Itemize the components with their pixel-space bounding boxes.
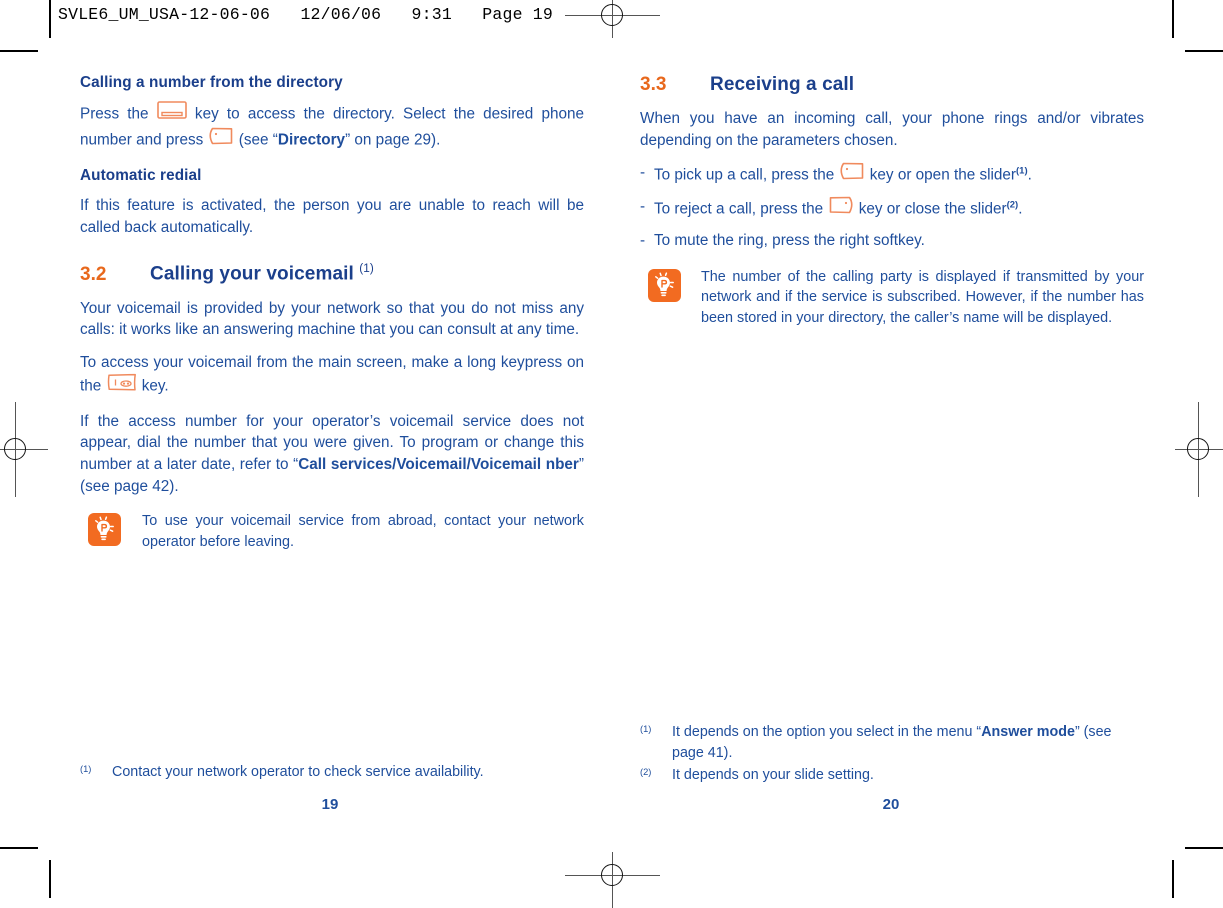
- registration-target-bottom: [565, 852, 660, 908]
- list-text-fragment: To reject a call, press the: [654, 200, 824, 218]
- crop-mark-bottom-left-horizontal: [0, 847, 38, 849]
- section-number: 3.3: [640, 74, 667, 95]
- note-text: To use your voicemail service from abroa…: [142, 513, 584, 550]
- footnote-text: Contact your network operator to check s…: [112, 764, 484, 780]
- page-number-left: 19: [321, 796, 339, 813]
- footnote-row: (1) Contact your network operator to che…: [80, 762, 584, 783]
- note-text: The number of the calling party is displ…: [701, 268, 1144, 326]
- paragraph-voicemail-access: To access your voicemail from the main s…: [80, 352, 584, 400]
- section-heading-3-3: 3.3 Receiving a call: [640, 74, 1144, 96]
- footnote-marker: (1): [640, 724, 652, 734]
- directory-reference-bold: Directory: [277, 130, 346, 148]
- footnote-row: (1) It depends on the option you select …: [640, 722, 1144, 763]
- right-column-footnotes: (1) It depends on the option you select …: [640, 722, 1144, 788]
- hangup-key-icon: [827, 195, 854, 222]
- crop-mark-top-left-vertical: [49, 0, 51, 38]
- crop-mark-bottom-left-vertical: [49, 860, 51, 898]
- list-text-fragment: key or close the slider: [858, 200, 1007, 218]
- list-text-fragment: key or open the slider: [869, 166, 1017, 184]
- note-box-voicemail-abroad: To use your voicemail service from abroa…: [88, 511, 584, 552]
- paragraph-text-fragment: key.: [141, 377, 169, 395]
- paragraph-voicemail-number: If the access number for your operator’s…: [80, 411, 584, 497]
- footnote-marker: (2): [1006, 199, 1019, 211]
- list-item: - To reject a call, press the key or clo…: [640, 196, 1144, 223]
- print-job-header: SVLE6_UM_USA-12-06-06 12/06/06 9:31 Page…: [58, 5, 553, 24]
- list-text-fragment: .: [1018, 200, 1023, 218]
- section-title: Receiving a call: [710, 74, 855, 95]
- call-services-reference-bold: Call services/Voicemail/Voicemail nber: [298, 455, 579, 473]
- registration-target-top: [565, 0, 660, 48]
- registration-circle: [601, 4, 623, 26]
- registration-circle: [4, 438, 26, 460]
- registration-target-right: [1175, 402, 1223, 497]
- call-key-icon: [208, 126, 235, 153]
- left-column-footnotes: (1) Contact your network operator to che…: [80, 762, 584, 785]
- sub-heading-automatic-redial: Automatic redial: [80, 167, 202, 185]
- footnote-marker: (1): [1016, 165, 1028, 177]
- paragraph-automatic-redial: If this feature is activated, the person…: [80, 197, 584, 236]
- note-box-caller-id: The number of the calling party is displ…: [648, 267, 1144, 328]
- voicemail-one-key-icon: [106, 372, 138, 399]
- paragraph-incoming-call: When you have an incoming call, your pho…: [640, 110, 1144, 149]
- list-text-fragment: .: [1027, 166, 1032, 184]
- section-heading-3-2: 3.2 Calling your voicemail (1): [80, 262, 584, 285]
- registration-circle: [1187, 438, 1209, 460]
- crop-mark-bottom-right-horizontal: [1185, 847, 1223, 849]
- paragraph-text-fragment: (see “: [238, 130, 278, 148]
- list-item-text: To pick up a call, press the key or open…: [654, 162, 1144, 189]
- list-dash: -: [640, 232, 646, 250]
- registration-target-left: [0, 402, 48, 497]
- receiving-call-actions-list: - To pick up a call, press the key or op…: [640, 162, 1144, 253]
- footnote-text: It depends on the option you select in t…: [672, 722, 1144, 763]
- registration-circle: [601, 864, 623, 886]
- list-item-text: To reject a call, press the key or close…: [654, 196, 1144, 223]
- footnote-marker: (1): [80, 764, 92, 774]
- page-number-right: 20: [882, 796, 900, 813]
- footnote-text: It depends on your slide setting.: [672, 767, 874, 784]
- lightbulb-tip-icon: [88, 513, 121, 547]
- sub-heading-calling-from-directory: Calling a number from the directory: [80, 74, 343, 91]
- list-item: - To mute the ring, press the right soft…: [640, 230, 1144, 252]
- list-dash: -: [640, 164, 646, 182]
- crop-mark-bottom-right-vertical: [1172, 860, 1174, 898]
- section-footnote-marker: (1): [359, 262, 374, 276]
- crop-mark-top-left-horizontal: [0, 50, 38, 52]
- paragraph-text-fragment: ” on page 29).: [345, 130, 441, 148]
- call-key-icon: [839, 161, 866, 188]
- paragraph-text-fragment: Press the: [80, 105, 149, 123]
- list-dash: -: [640, 198, 646, 216]
- lightbulb-tip-icon: [648, 268, 681, 302]
- list-text-fragment: To pick up a call, press the: [654, 166, 835, 184]
- crop-mark-top-right-vertical: [1172, 0, 1174, 38]
- directory-key-icon: [156, 101, 187, 126]
- section-title-text: Calling your voicemail: [150, 263, 354, 285]
- paragraph-voicemail-intro: Your voicemail is provided by your netwo…: [80, 299, 584, 339]
- footnote-text-fragment: It depends on the option you select in t…: [672, 724, 982, 740]
- left-page-column: Calling a number from the directory Pres…: [80, 74, 584, 552]
- footnote-row: (2) It depends on your slide setting.: [640, 765, 1144, 786]
- list-item: - To pick up a call, press the key or op…: [640, 162, 1144, 189]
- paragraph-calling-from-directory: Press the key to access the directory. S…: [80, 101, 584, 153]
- right-page-column: 3.3 Receiving a call When you have an in…: [640, 74, 1144, 328]
- section-number: 3.2: [80, 263, 107, 285]
- footnote-marker: (2): [640, 767, 652, 778]
- list-item-text: To mute the ring, press the right softke…: [654, 232, 925, 250]
- crop-mark-top-right-horizontal: [1185, 50, 1223, 52]
- section-title: Calling your voicemail (1): [150, 262, 374, 285]
- answer-mode-reference-bold: Answer mode: [981, 724, 1075, 740]
